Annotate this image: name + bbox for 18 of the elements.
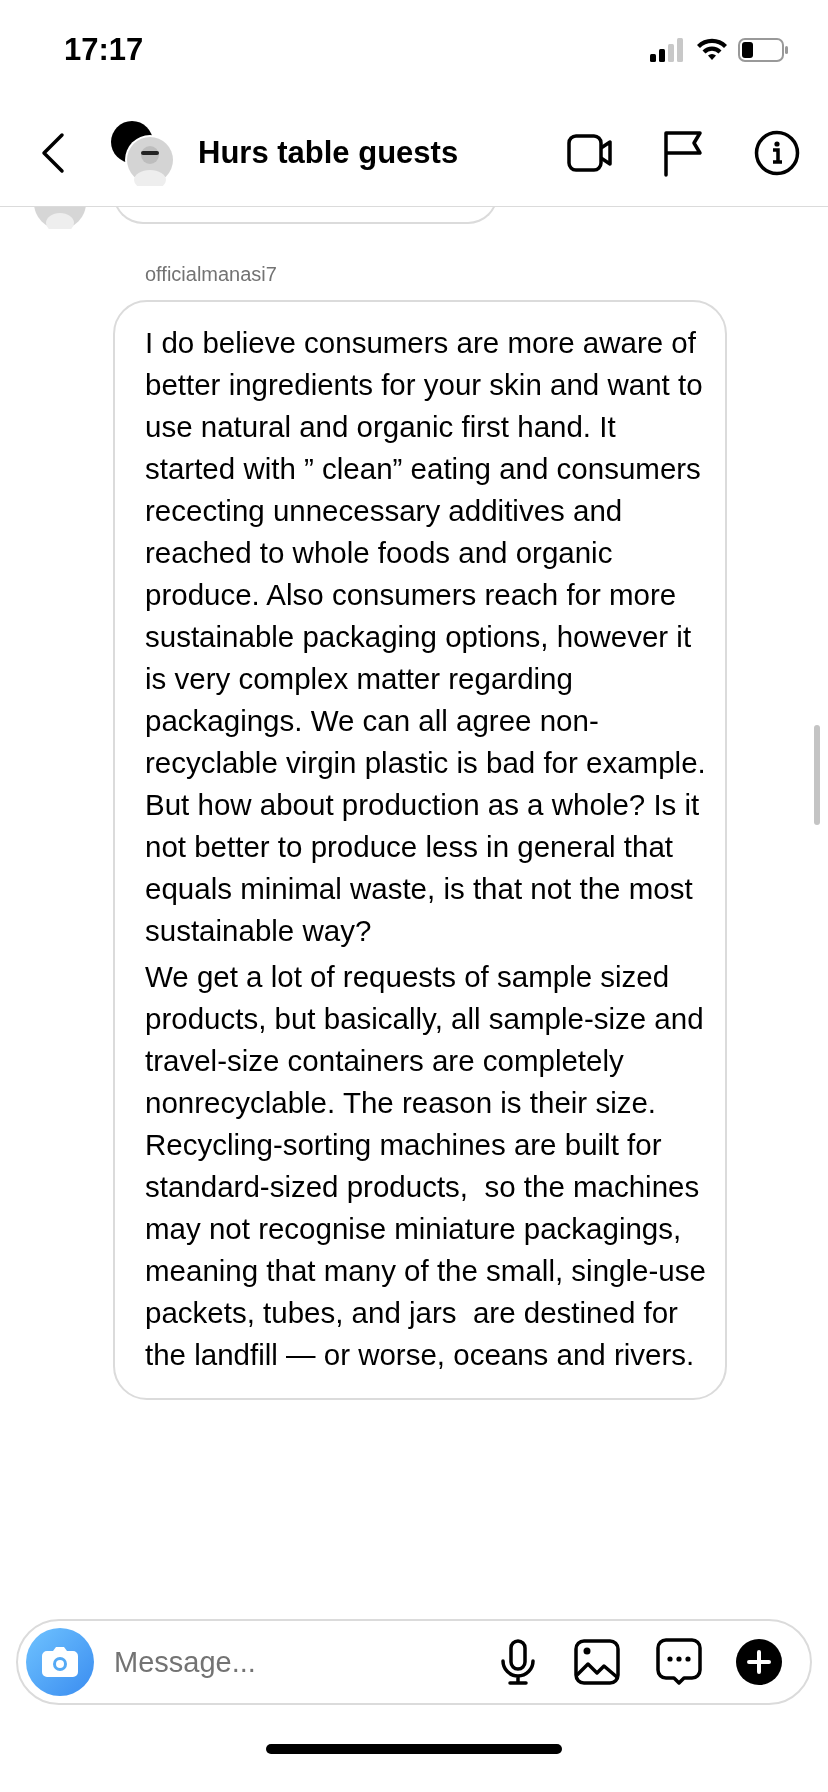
image-icon[interactable] xyxy=(574,1639,620,1685)
camera-button[interactable] xyxy=(26,1628,94,1696)
sender-name: officialmanasi7 xyxy=(145,263,278,286)
chat-title[interactable]: Hurs table guests xyxy=(198,135,566,171)
camera-icon xyxy=(41,1646,79,1678)
status-time: 17:17 xyxy=(64,32,144,68)
battery-icon xyxy=(738,38,788,62)
chat-bubble-icon[interactable] xyxy=(656,1638,702,1686)
signal-icon xyxy=(650,38,686,62)
back-button[interactable] xyxy=(40,132,66,174)
info-button[interactable] xyxy=(754,130,800,176)
message-text: I do believe consumers are more aware of better ingredients for your skin and want to use natural and organic first hand. It started with ” clean” eating and consumers rececting unnecessary additives and reached to whole foods and organic produce. Also consumers reach for more sustainable packaging options, however it is very complex matter regarding packagings. We can all agree non-recyclable virgin plastic is bad for example. But how about production as a whole? Is it not better to produce less in general that equals minimal waste, is that not the most sustainable way? xyxy=(145,325,707,949)
add-button[interactable] xyxy=(736,1639,782,1685)
microphone-icon[interactable] xyxy=(500,1639,536,1685)
video-call-button[interactable] xyxy=(566,132,614,174)
message-text: We get a lot of requests of sample sized products, but basically, all sample-size and travel-size containers are completely nonrecyclable. The reason is their size. Recycling-sorting machines are built for standard-sized products, so the machines may not recognise miniature packagings, meaning that many of the small, single-use packets, tubes, and jars are destined for the landfill — or worse, oceans and rivers. xyxy=(145,959,707,1373)
flag-icon[interactable] xyxy=(662,129,704,177)
wifi-icon xyxy=(696,38,728,62)
